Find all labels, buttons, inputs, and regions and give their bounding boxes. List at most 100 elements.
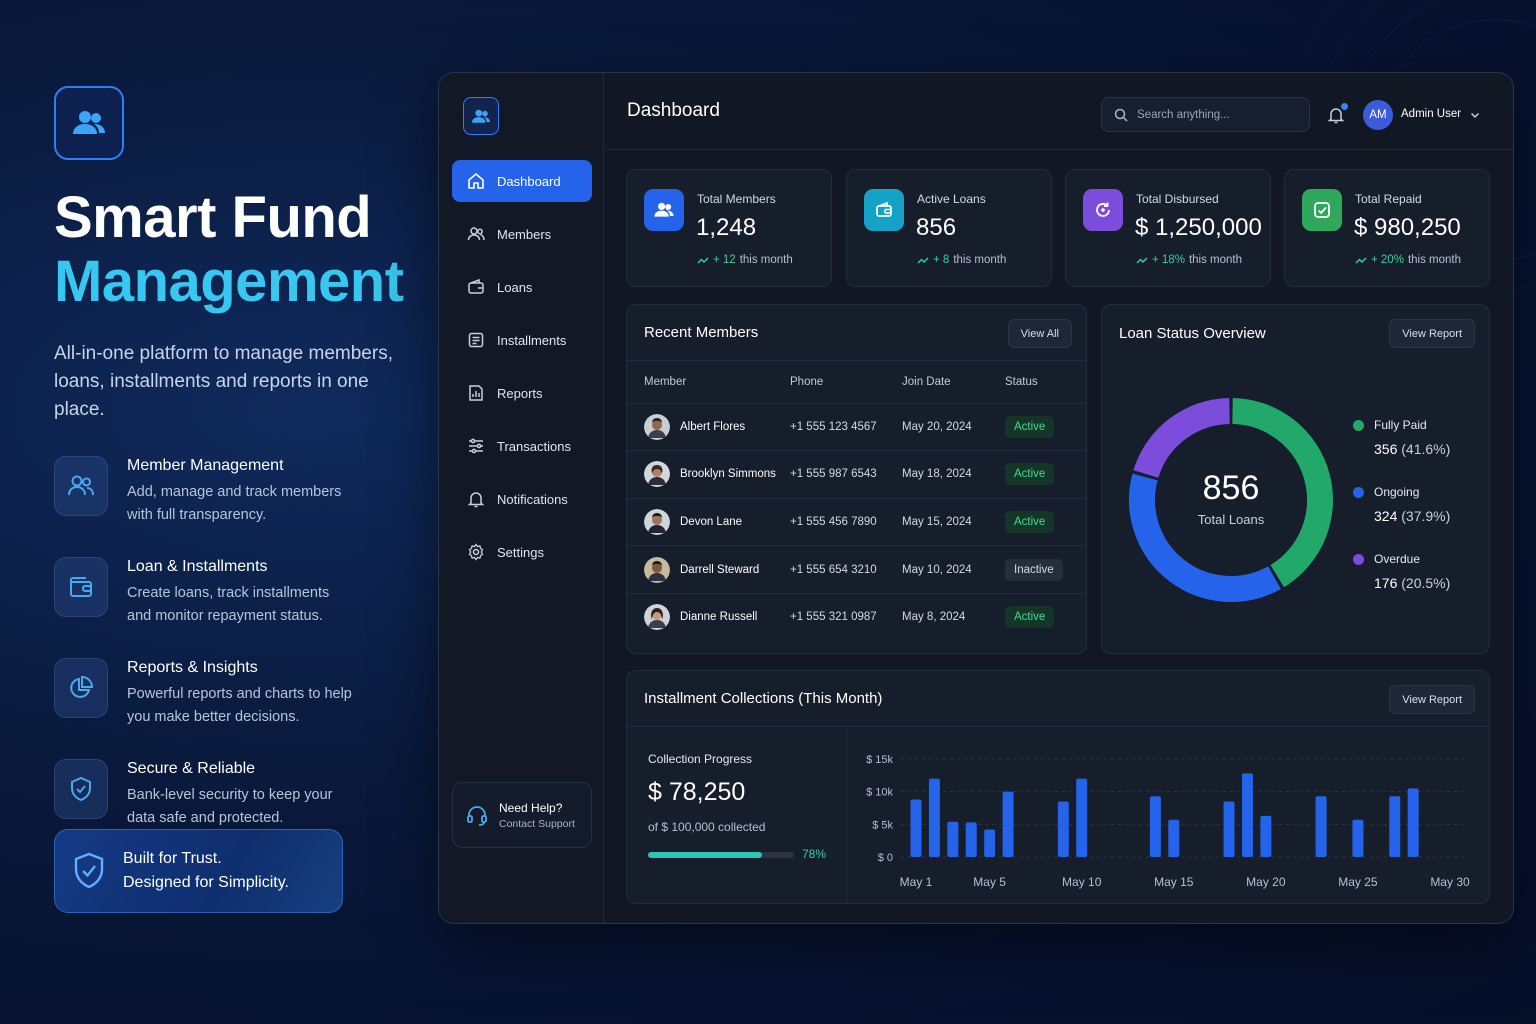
trend-up-icon: [697, 257, 709, 264]
status-badge: Active: [1005, 606, 1055, 629]
feature-description: Create loans, track installments and mon…: [127, 585, 330, 624]
member-join-date: May 20, 2024: [902, 403, 1005, 452]
sidebar-item-settings[interactable]: Settings: [452, 531, 592, 573]
home-icon: [468, 172, 484, 189]
legend-dot: [1353, 419, 1364, 431]
feature-title: Member Management: [127, 457, 284, 474]
bar-may-2[interactable]: [928, 778, 940, 857]
sidebar-item-loans[interactable]: Loans: [452, 266, 592, 308]
main-content: Dashboard AM Admin User Total Members 1,…: [605, 73, 1513, 923]
y-tick-label: $ 10k: [866, 787, 893, 799]
table-row[interactable]: Devon Lane +1 555 456 7890 May 15, 2024 …: [627, 498, 1086, 547]
bar-may-10[interactable]: [1076, 778, 1088, 857]
member-join-date: May 8, 2024: [902, 611, 966, 624]
stat-change: + 8 this month: [917, 254, 1006, 266]
column-header: Status: [1005, 361, 1086, 404]
stat-card-total-disbursed: Total Disbursed $ 1,250,000 + 18% this m…: [1065, 169, 1271, 287]
donut-center-label: Total Loans: [1197, 512, 1265, 527]
bar-may-20[interactable]: [1260, 815, 1272, 857]
status-badge: Inactive: [1005, 558, 1063, 581]
x-tick-label: May 20: [1246, 875, 1286, 889]
table-row[interactable]: Albert Flores +1 555 123 4567 May 20, 20…: [627, 403, 1086, 452]
sidebar-item-label: Reports: [497, 385, 543, 401]
view-report-button[interactable]: View Report: [1389, 685, 1475, 714]
avatar: [644, 604, 670, 631]
stat-change-value: + 8: [933, 254, 950, 266]
stat-label: Total Repaid: [1355, 192, 1422, 206]
bar-may-15[interactable]: [1168, 819, 1180, 857]
table-row[interactable]: Brooklyn Simmons +1 555 987 6543 May 18,…: [627, 450, 1086, 499]
bar-may-19[interactable]: [1241, 773, 1253, 857]
stat-change: + 18% this month: [1136, 254, 1242, 266]
bar-may-27[interactable]: [1389, 796, 1401, 857]
sidebar-item-label: Installments: [497, 332, 567, 348]
avatar: [644, 508, 670, 535]
bar-may-28[interactable]: [1407, 788, 1419, 857]
bar-may-18[interactable]: [1223, 801, 1235, 857]
bar-may-5[interactable]: [984, 829, 996, 857]
feature-list: Member Management Add, manage and track …: [54, 456, 414, 830]
bar-may-25[interactable]: [1352, 819, 1364, 857]
sidebar-item-transactions[interactable]: Transactions: [452, 425, 592, 467]
hero-title-line2: Management: [54, 249, 404, 314]
table-row[interactable]: Darrell Steward +1 555 654 3210 May 10, …: [627, 545, 1086, 594]
feature-item: Reports & Insights Powerful reports and …: [54, 658, 414, 729]
wallet-icon: [468, 278, 484, 294]
hero-title: Smart Fund Management: [54, 186, 414, 314]
help-card[interactable]: Need Help? Contact Support: [452, 782, 592, 848]
stat-label: Total Disbursed: [1136, 192, 1219, 206]
bar-may-23[interactable]: [1315, 796, 1327, 857]
donut-center-value: 856: [1202, 469, 1260, 507]
top-bar: Dashboard AM Admin User: [605, 73, 1513, 150]
sidebar-item-installments[interactable]: Installments: [452, 319, 592, 361]
feature-title: Reports & Insights: [127, 659, 258, 676]
bar-may-4[interactable]: [965, 822, 977, 857]
search-box[interactable]: [1101, 97, 1310, 132]
stat-label: Total Members: [697, 192, 776, 206]
card-title: Recent Members: [644, 324, 759, 341]
bell-icon: [467, 492, 485, 508]
bar-may-1[interactable]: [910, 799, 922, 857]
sidebar-item-members[interactable]: Members: [452, 213, 592, 255]
users-icon: [644, 189, 684, 231]
sidebar-item-label: Transactions: [497, 438, 571, 454]
users-icon: [73, 111, 105, 134]
avatar: [644, 461, 670, 488]
member-name: Devon Lane: [680, 515, 743, 528]
member-join-date: May 10, 2024: [902, 545, 1005, 594]
gear-icon: [468, 543, 484, 561]
pie-chart-icon: [54, 658, 108, 718]
stat-change-value: + 18%: [1152, 254, 1185, 266]
stat-change-period: this month: [739, 254, 793, 266]
help-title: Need Help?: [499, 800, 563, 815]
search-input[interactable]: [1137, 108, 1297, 121]
stat-change-period: this month: [1407, 254, 1461, 266]
bar-may-9[interactable]: [1057, 801, 1069, 857]
progress-fill: [648, 852, 762, 858]
sidebar-item-reports[interactable]: Reports: [452, 372, 592, 414]
table-row[interactable]: Dianne Russell +1 555 321 0987 May 8, 20…: [627, 593, 1086, 641]
collected-sub: of $ 100,000 collected: [648, 820, 766, 834]
stat-change-period: this month: [953, 254, 1007, 266]
feature-item: Member Management Add, manage and track …: [54, 456, 414, 527]
view-report-button[interactable]: View Report: [1389, 319, 1475, 348]
app-logo[interactable]: [463, 97, 499, 135]
view-all-button[interactable]: View All: [1007, 319, 1072, 348]
x-tick-label: May 15: [1154, 875, 1194, 889]
card-header: Loan Status Overview View Report: [1102, 305, 1489, 361]
bar-may-6[interactable]: [1002, 791, 1014, 857]
legend-count: 176: [1374, 575, 1398, 591]
chevron-down-icon[interactable]: [1469, 109, 1481, 121]
notification-button[interactable]: [1327, 103, 1348, 129]
stat-change: + 12 this month: [697, 254, 793, 266]
avatar[interactable]: AM: [1363, 100, 1393, 130]
sidebar-item-dashboard[interactable]: Dashboard: [452, 160, 592, 202]
sidebar-item-notifications[interactable]: Notifications: [452, 478, 592, 520]
page-title: Dashboard: [627, 100, 720, 121]
bar-may-14[interactable]: [1149, 796, 1161, 857]
user-name[interactable]: Admin User: [1401, 108, 1461, 120]
stat-card-active-loans: Active Loans 856 + 8 this month: [846, 169, 1052, 287]
bar-may-3[interactable]: [947, 821, 959, 857]
app-logo: [54, 86, 124, 160]
member-name: Brooklyn Simmons: [680, 468, 776, 481]
